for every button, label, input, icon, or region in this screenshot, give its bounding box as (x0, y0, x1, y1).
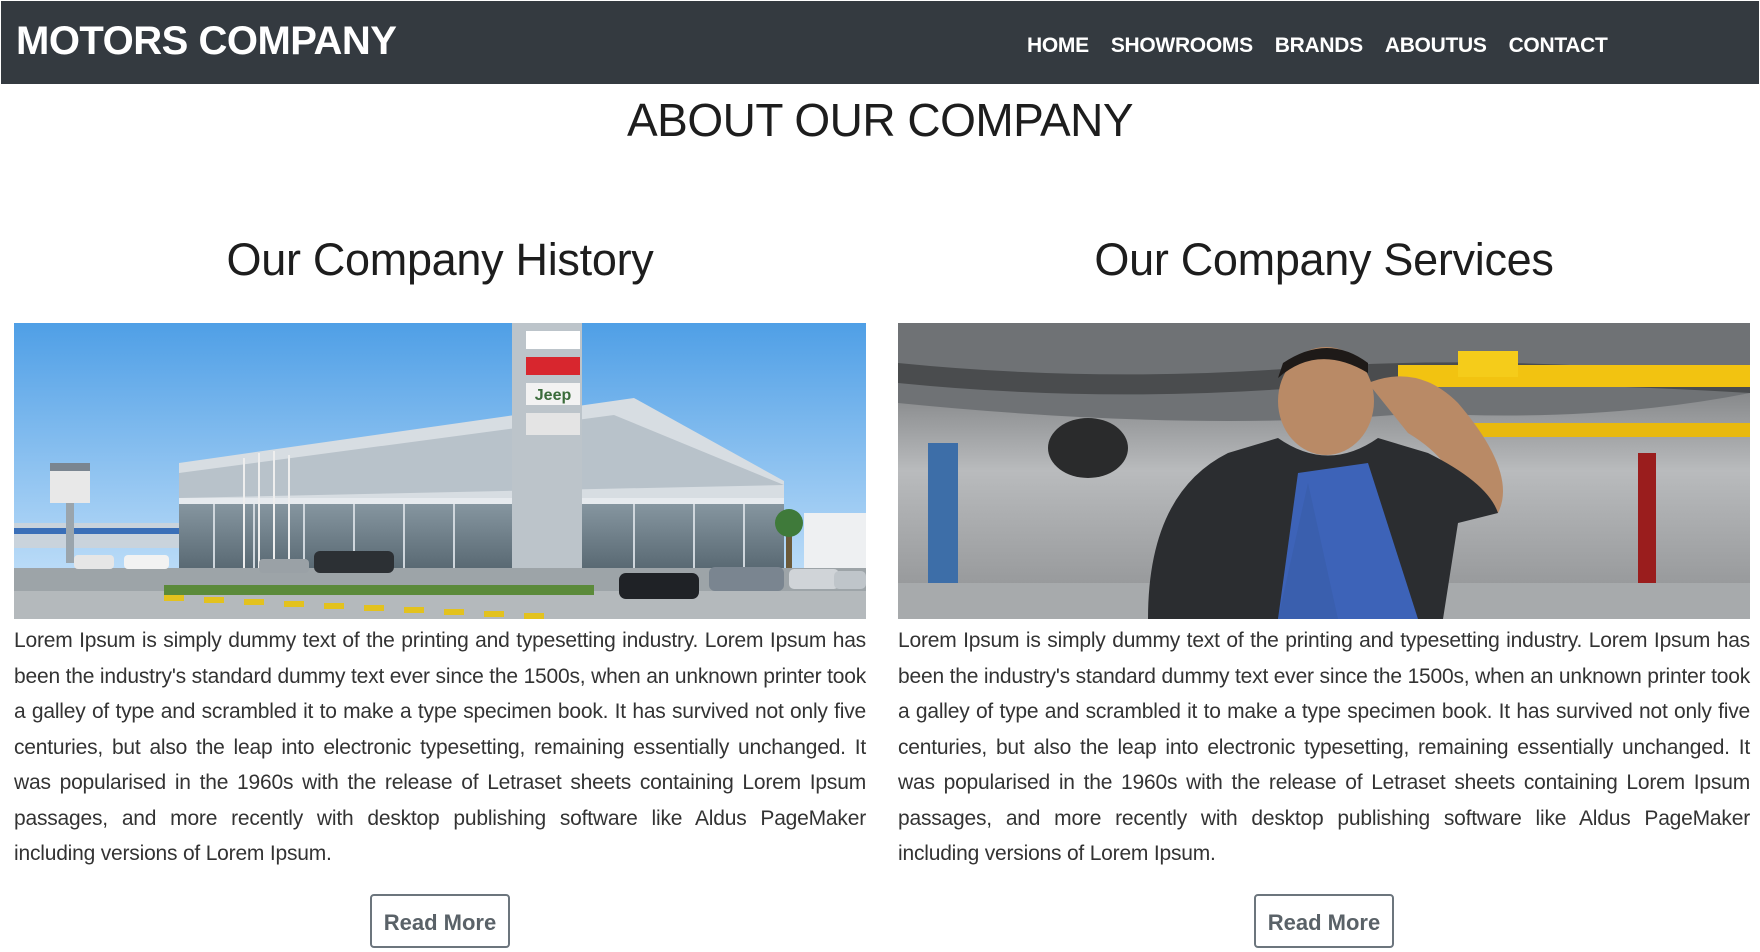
nav-link-contact[interactable]: CONTACT (1509, 31, 1608, 61)
history-description: Lorem Ipsum is simply dummy text of the … (14, 629, 866, 865)
page-title: ABOUT OUR COMPANY (626, 94, 1134, 146)
nav-link-aboutus[interactable]: ABOUTUS (1385, 31, 1487, 61)
history-title: Our Company History (226, 234, 654, 285)
nav-menu: HOME SHOWROOMS BRANDS ABOUTUS CONTACT (1027, 31, 1630, 61)
history-read-more-button[interactable]: Read More (370, 893, 510, 948)
mechanic-under-car-photo (898, 323, 1750, 619)
navbar: MOTORS COMPANY HOME SHOWROOMS BRANDS ABO… (1, 1, 1759, 84)
services-section: Our Company Services Lorem Ipsum is simp… (898, 230, 1750, 948)
nav-link-showrooms[interactable]: SHOWROOMS (1111, 31, 1253, 61)
showroom-building-photo: Jeep (14, 323, 866, 619)
services-read-more-button[interactable]: Read More (1254, 893, 1394, 948)
svg-text:Jeep: Jeep (535, 387, 572, 404)
services-description: Lorem Ipsum is simply dummy text of the … (898, 629, 1750, 865)
services-title: Our Company Services (1094, 234, 1554, 285)
nav-link-brands[interactable]: BRANDS (1275, 31, 1363, 61)
nav-link-home[interactable]: HOME (1027, 31, 1089, 61)
brand-logo[interactable]: MOTORS COMPANY (16, 19, 397, 63)
history-section: Our Company History Jeep Lorem Ipsum is … (14, 230, 866, 948)
